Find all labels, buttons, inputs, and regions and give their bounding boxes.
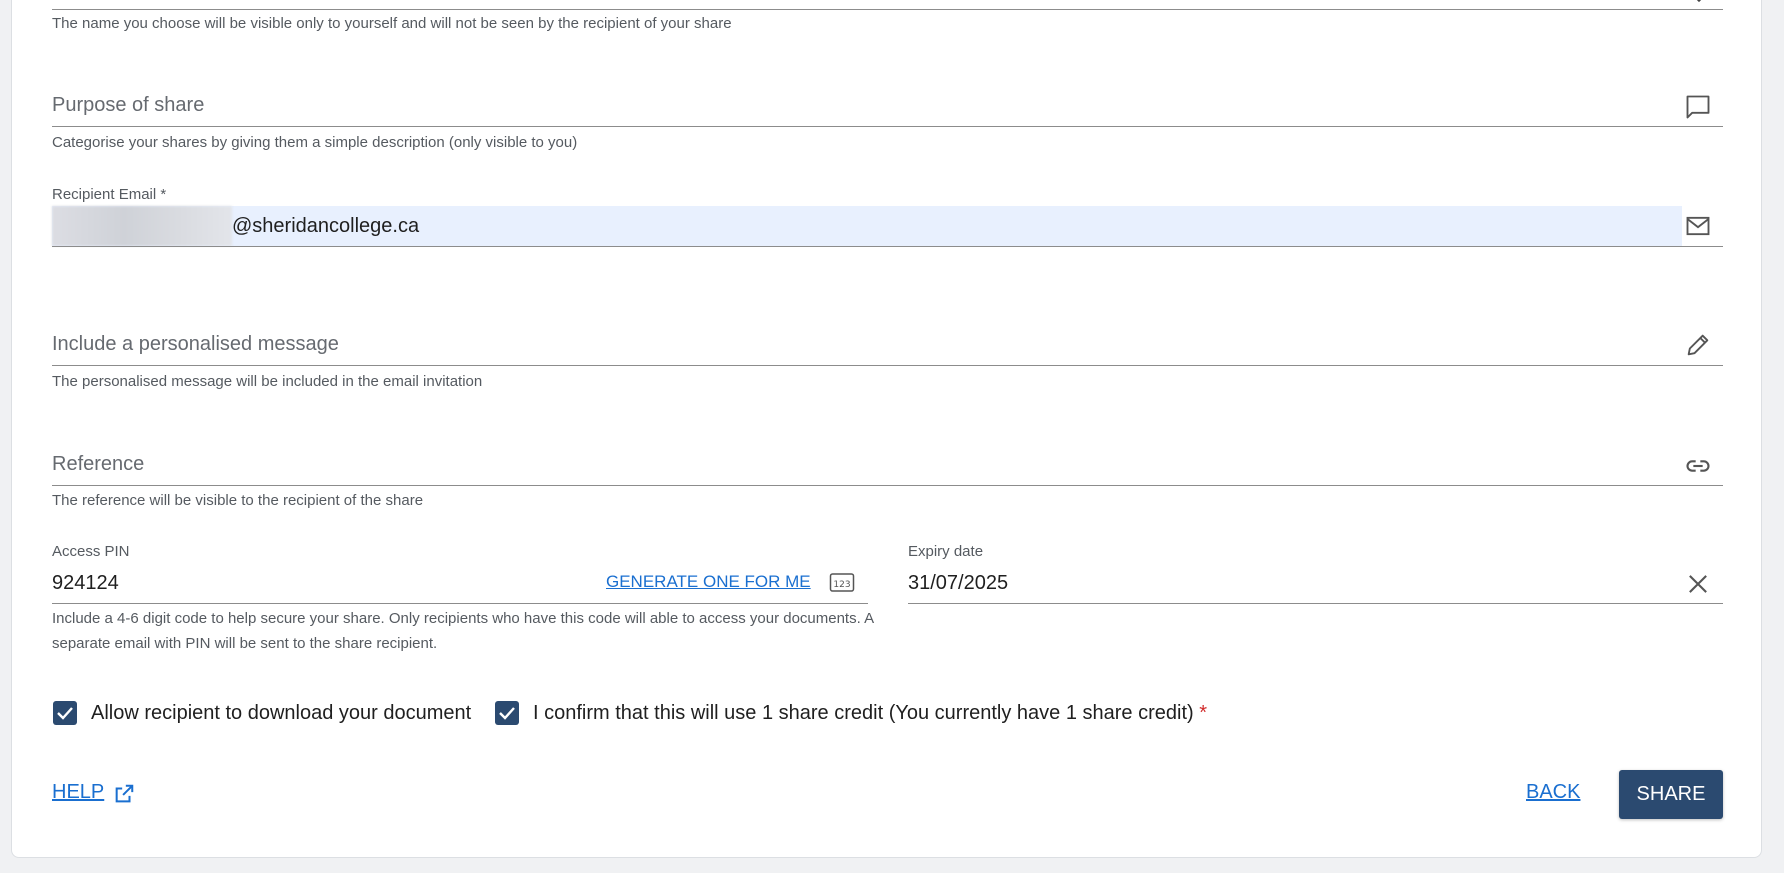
personalised-message-input[interactable]: Include a personalised message [52, 331, 339, 357]
redacted-email-username [52, 206, 232, 246]
reference-underline [52, 485, 1723, 486]
purpose-helper: Categorise your shares by giving them a … [52, 134, 578, 151]
link-icon [1684, 452, 1712, 480]
name-field-helper: The name you choose will be visible only… [52, 15, 732, 32]
access-pin-input[interactable]: 924124 [52, 570, 119, 596]
mail-icon [1684, 212, 1712, 240]
access-pin-helper-line2: separate email with PIN will be sent to … [52, 635, 438, 652]
recipient-email-label: Recipient Email * [52, 186, 167, 203]
access-pin-helper-line1: Include a 4-6 digit code to help secure … [52, 610, 875, 627]
message-helper: The personalised message will be include… [52, 373, 483, 390]
confirm-credit-label: I confirm that this will use 1 share cre… [533, 700, 1207, 726]
numeric-123-icon[interactable]: 123 [829, 572, 855, 594]
allow-download-label: Allow recipient to download your documen… [91, 702, 472, 724]
allow-download-checkbox[interactable] [53, 701, 77, 725]
external-link-icon[interactable] [113, 783, 135, 805]
reference-helper: The reference will be visible to the rec… [52, 492, 424, 509]
access-pin-label: Access PIN [52, 543, 130, 560]
share-form-card [11, 0, 1762, 858]
comment-icon [1684, 93, 1712, 121]
name-field-underline [52, 9, 1723, 10]
pencil-icon [1684, 331, 1712, 359]
expiry-date-label: Expiry date [908, 543, 984, 560]
required-asterisk: * [1199, 702, 1208, 724]
expiry-date-underline [908, 603, 1723, 604]
access-pin-underline [52, 603, 868, 604]
reference-input[interactable]: Reference [52, 451, 144, 477]
recipient-email-domain: @sheridancollege.ca [232, 215, 420, 237]
expiry-date-input[interactable]: 31/07/2025 [908, 570, 1008, 596]
help-link[interactable]: HELP [52, 781, 104, 804]
purpose-of-share-input[interactable]: Purpose of share [52, 92, 204, 118]
chevron-down-icon[interactable] [1692, 0, 1706, 8]
recipient-email-underline [52, 246, 1723, 247]
confirm-credit-checkbox[interactable] [495, 701, 519, 725]
message-underline [52, 365, 1723, 366]
back-link[interactable]: BACK [1526, 781, 1580, 804]
close-icon[interactable] [1684, 570, 1712, 598]
purpose-underline [52, 126, 1723, 127]
svg-text:123: 123 [833, 580, 850, 590]
confirm-credit-text: I confirm that this will use 1 share cre… [533, 702, 1194, 724]
generate-pin-link[interactable]: GENERATE ONE FOR ME [606, 572, 811, 592]
share-button[interactable]: SHARE [1619, 770, 1723, 819]
